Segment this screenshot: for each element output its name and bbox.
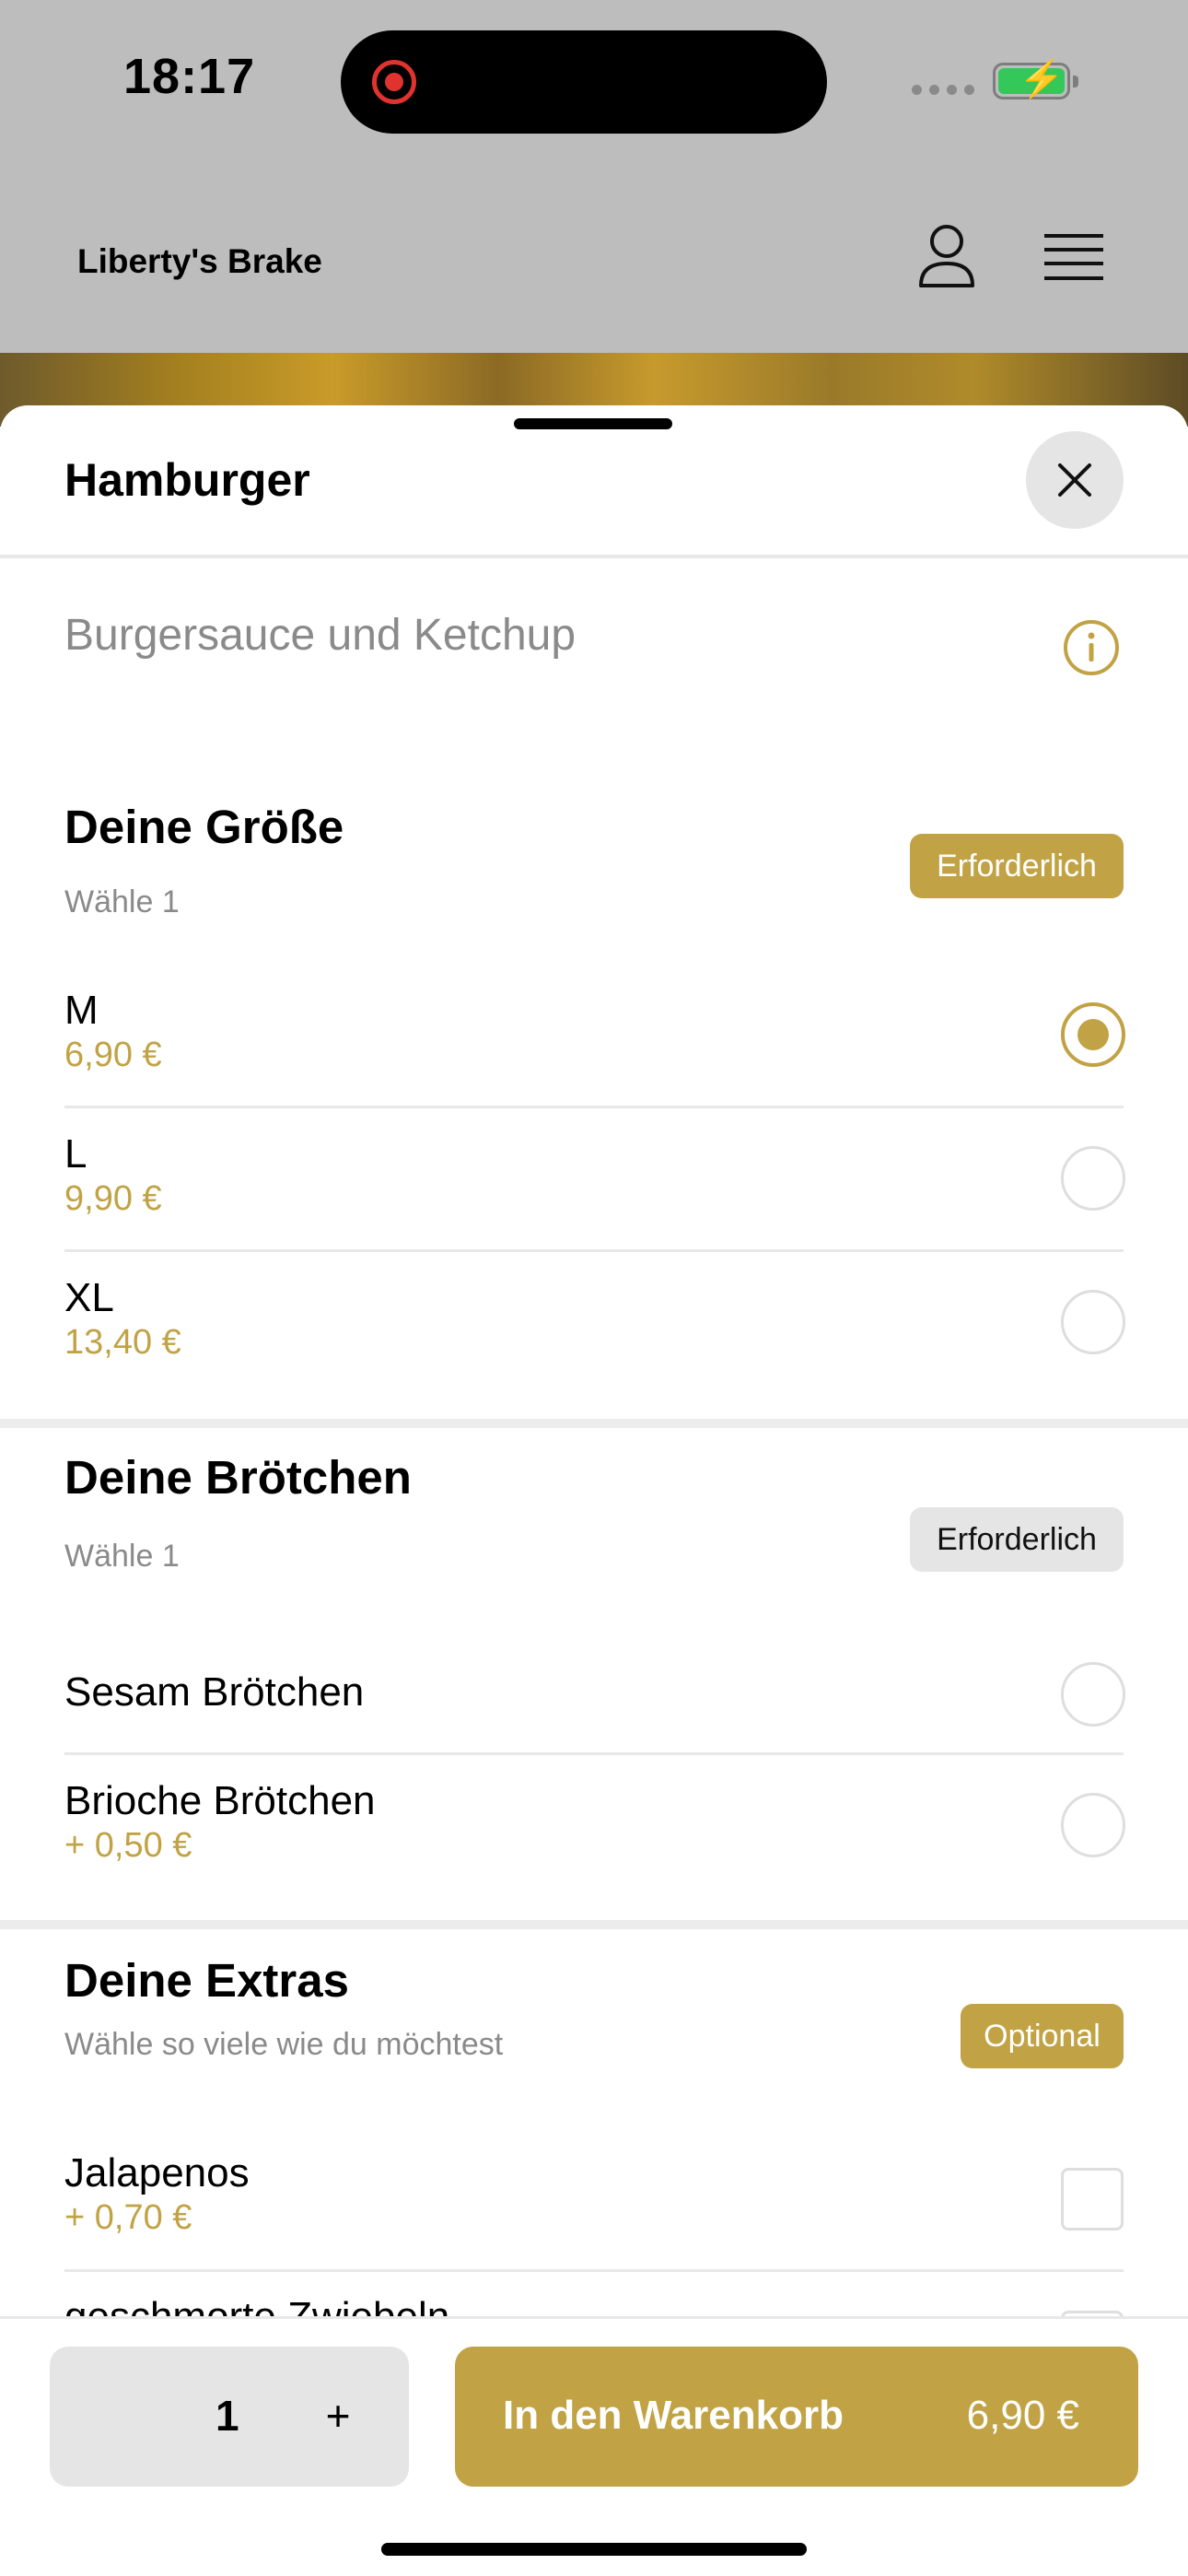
info-icon[interactable] (1063, 619, 1120, 676)
dynamic-island (341, 30, 827, 134)
option-label: Brioche Brötchen (64, 1778, 376, 1823)
section-separator (0, 1419, 1188, 1428)
profile-icon[interactable] (917, 223, 976, 289)
background-app: 18:17 ⚡ Liberty's Brake (0, 0, 1188, 427)
section-subtitle-bun: Wähle 1 (64, 1539, 180, 1574)
menu-icon[interactable] (1044, 232, 1103, 284)
option-label: Sesam Brötchen (64, 1669, 365, 1715)
radio-button[interactable] (1061, 1146, 1125, 1211)
row-divider (64, 1752, 1124, 1755)
total-price: 6,90 € (966, 2393, 1079, 2438)
option-price: 9,90 € (64, 1179, 162, 1218)
home-indicator (381, 2543, 807, 2556)
radio-button[interactable] (1061, 1662, 1125, 1727)
quantity-value: 1 (215, 2392, 239, 2440)
close-icon (1058, 463, 1091, 497)
status-bar: 18:17 ⚡ (0, 0, 1188, 161)
recording-icon (372, 60, 416, 104)
quantity-stepper[interactable]: 1 + (50, 2347, 409, 2487)
option-label: XL (64, 1275, 114, 1320)
section-subtitle-size: Wähle 1 (64, 884, 180, 919)
option-label: Jalapenos (64, 2150, 250, 2195)
section-title-extras: Deine Extras (64, 1954, 349, 2007)
charging-bolt-icon: ⚡ (1019, 59, 1065, 100)
section-title-size: Deine Größe (64, 801, 344, 853)
header-divider (0, 555, 1188, 558)
battery-icon: ⚡ (993, 59, 1078, 100)
option-label: L (64, 1131, 87, 1177)
section-title-bun: Deine Brötchen (64, 1451, 412, 1504)
option-label: M (64, 988, 99, 1033)
product-sheet: Hamburger Burgersauce und Ketchup Deine … (0, 405, 1188, 2576)
radio-button-selected[interactable] (1061, 1002, 1125, 1067)
row-divider (64, 1106, 1124, 1108)
row-divider (64, 1249, 1124, 1252)
radio-button[interactable] (1061, 1290, 1125, 1354)
add-to-cart-button[interactable]: In den Warenkorb 6,90 € (455, 2347, 1138, 2487)
brand-name: Liberty's Brake (77, 242, 322, 280)
option-price: 6,90 € (64, 1036, 162, 1074)
section-separator (0, 1920, 1188, 1929)
option-price: 13,40 € (64, 1323, 181, 1362)
product-title: Hamburger (64, 454, 310, 506)
bottom-action-bar: 1 + In den Warenkorb 6,90 € (0, 2316, 1188, 2576)
required-badge: Erforderlich (910, 1507, 1124, 1572)
signal-icon (912, 85, 974, 95)
increment-button[interactable]: + (297, 2374, 379, 2457)
section-subtitle-extras: Wähle so viele wie du möchtest (64, 2027, 504, 2062)
close-button[interactable] (1026, 431, 1124, 529)
add-to-cart-label: In den Warenkorb (503, 2393, 844, 2438)
option-price: + 0,70 € (64, 2198, 192, 2237)
radio-button[interactable] (1061, 1793, 1125, 1857)
required-badge: Erforderlich (910, 834, 1124, 898)
product-description: Burgersauce und Ketchup (64, 611, 577, 660)
option-price: + 0,50 € (64, 1826, 192, 1865)
app-header: Liberty's Brake (0, 161, 1188, 355)
optional-badge: Optional (961, 2004, 1124, 2068)
checkbox[interactable] (1061, 2168, 1124, 2231)
status-time: 18:17 (123, 49, 256, 104)
row-divider (64, 2269, 1124, 2272)
sheet-grabber[interactable] (514, 418, 672, 429)
